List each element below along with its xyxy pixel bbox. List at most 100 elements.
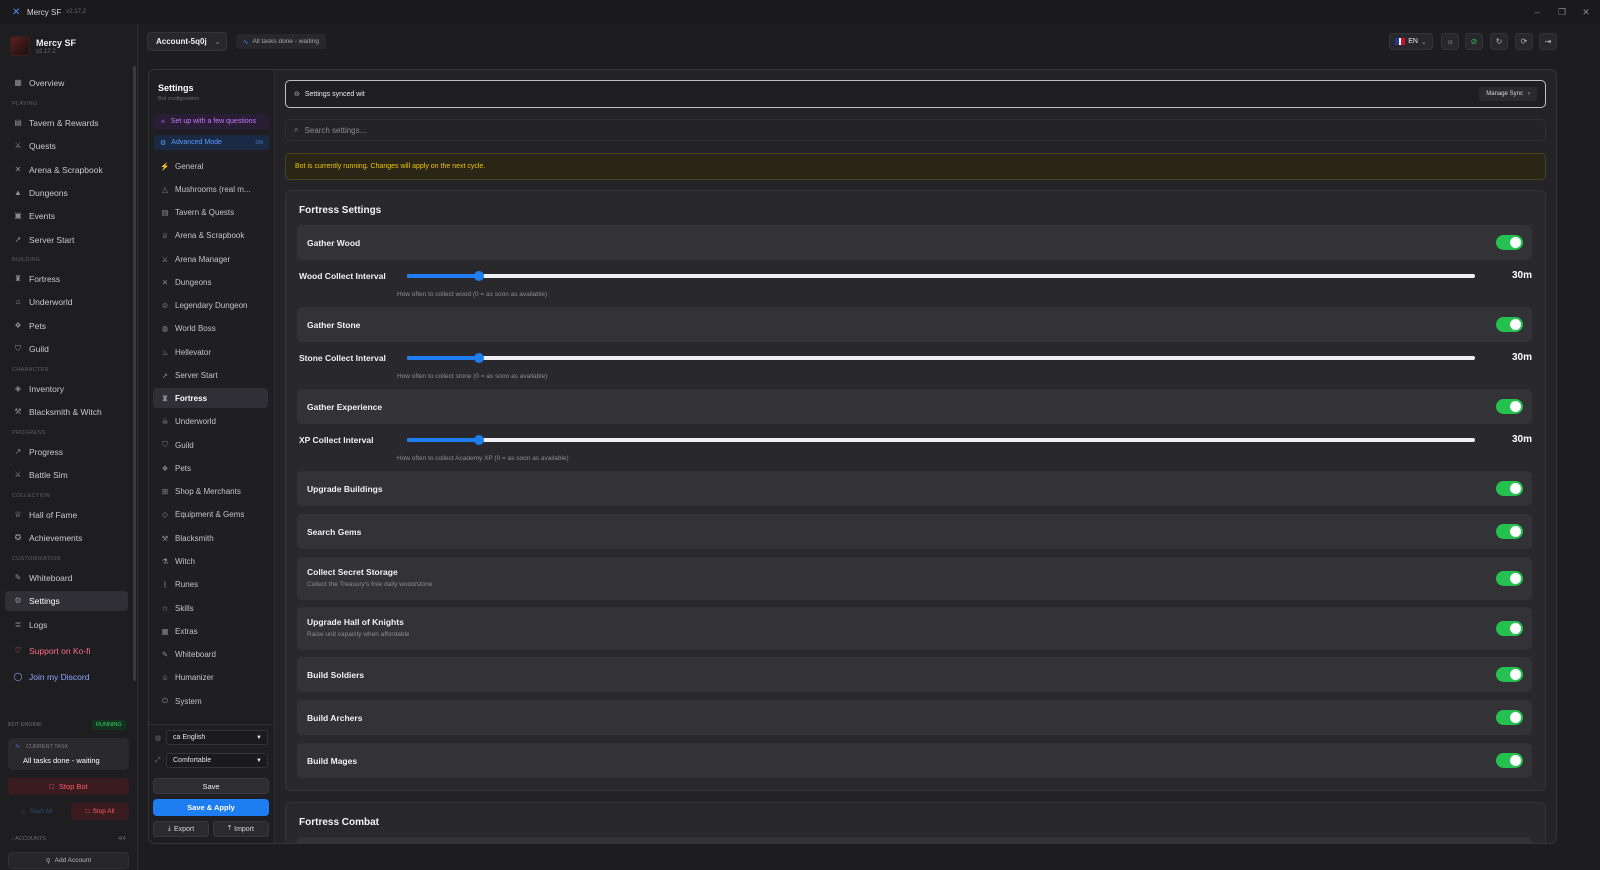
sidebar-item-events[interactable]: ▣ Events bbox=[5, 206, 128, 226]
language-select[interactable]: EN ⌄ bbox=[1389, 33, 1433, 50]
settings-nav-legendary[interactable]: ♔ Legendary Dungeon bbox=[153, 295, 268, 315]
window-title: Mercy SF bbox=[27, 7, 62, 17]
slider-thumb[interactable] bbox=[473, 435, 484, 445]
sidebar-item-pets[interactable]: ❖ Pets bbox=[5, 316, 128, 336]
search-input[interactable]: ⌕ Search settings... bbox=[285, 119, 1546, 141]
build-archers-toggle[interactable] bbox=[1496, 710, 1523, 725]
settings-nav-pets[interactable]: ❖ Pets bbox=[153, 458, 268, 478]
sidebar-item-inventory[interactable]: ◈ Inventory bbox=[5, 379, 128, 399]
save-button[interactable]: Save bbox=[153, 778, 269, 794]
setting-label: Gather Wood bbox=[307, 238, 361, 248]
refresh-button[interactable]: ↻ bbox=[1490, 33, 1508, 50]
hall-of-knights-toggle[interactable] bbox=[1496, 621, 1523, 636]
advanced-mode-state: ON bbox=[255, 139, 264, 146]
sidebar-item-settings[interactable]: ⚙ Settings bbox=[5, 591, 128, 611]
export-button[interactable]: ⤓ Export bbox=[153, 821, 209, 837]
gather-wood-toggle[interactable] bbox=[1496, 235, 1523, 250]
sidebar-item-whiteboard[interactable]: ✎ Whiteboard bbox=[5, 568, 128, 588]
stop-bot-button[interactable]: □ Stop Bot bbox=[8, 778, 129, 795]
wood-interval-slider[interactable] bbox=[407, 271, 1475, 281]
sidebar-item-battle-sim[interactable]: ⚔ Battle Sim bbox=[5, 465, 128, 485]
stop-all-button[interactable]: □ Stop All bbox=[71, 803, 129, 820]
settings-nav-shop[interactable]: ⊞ Shop & Merchants bbox=[153, 481, 268, 501]
sidebar-item-quests[interactable]: ⚔ Quests bbox=[5, 136, 128, 156]
sidebar-item-achievements[interactable]: ✪ Achievements bbox=[5, 528, 128, 548]
calendar-icon: ▣ bbox=[14, 211, 22, 220]
sidebar-item-progress[interactable]: ↗ Progress bbox=[5, 442, 128, 462]
settings-nav-world-boss[interactable]: ◍ World Boss bbox=[153, 318, 268, 338]
build-mages-toggle[interactable] bbox=[1496, 753, 1523, 768]
account-select[interactable]: Account-5q0j ⌄ bbox=[147, 32, 227, 51]
gather-xp-toggle[interactable] bbox=[1496, 399, 1523, 414]
settings-nav-guild[interactable]: ⛉ Guild bbox=[153, 435, 268, 455]
sidebar-item-tavern[interactable]: ▤ Tavern & Rewards bbox=[5, 113, 128, 133]
maximize-button[interactable]: ❐ bbox=[1550, 0, 1574, 24]
kofi-link[interactable]: ♡ Support on Ko-fi bbox=[5, 641, 128, 661]
sidebar-item-overview[interactable]: ▦ Overview bbox=[5, 73, 128, 93]
add-account-button[interactable]: ⚲ Add Account bbox=[8, 852, 129, 869]
slider-thumb[interactable] bbox=[473, 271, 484, 281]
settings-nav-general[interactable]: ⚡ General bbox=[153, 156, 268, 176]
close-button[interactable]: ✕ bbox=[1574, 0, 1598, 24]
settings-nav-hellevator[interactable]: ♨ Hellevator bbox=[153, 342, 268, 362]
settings-nav-mushrooms[interactable]: △ Mushrooms (real m... bbox=[153, 179, 268, 199]
accounts-toggle[interactable]: ‹ ACCOUNTS bbox=[12, 836, 46, 842]
sidebar-item-guild[interactable]: ⛉ Guild bbox=[5, 339, 128, 359]
settings-nav-witch[interactable]: ⚗ Witch bbox=[153, 551, 268, 571]
app-logo-icon: ✕ bbox=[12, 6, 21, 18]
advanced-mode-toggle[interactable]: ⚙ Advanced Mode ON bbox=[154, 135, 269, 150]
slider-thumb[interactable] bbox=[473, 353, 484, 363]
sidebar-item-label: Dungeons bbox=[29, 188, 68, 198]
settings-nav-skills[interactable]: ☆ Skills bbox=[153, 598, 268, 618]
sidebar-item-dungeons[interactable]: ▲ Dungeons bbox=[5, 183, 128, 203]
discord-link[interactable]: ◯ Join my Discord bbox=[5, 667, 128, 687]
sidebar-item-arena[interactable]: ✕ Arena & Scrapbook bbox=[5, 160, 128, 180]
sidebar-item-fortress[interactable]: ♜ Fortress bbox=[5, 269, 128, 289]
stone-interval-slider[interactable] bbox=[407, 353, 1475, 363]
minimize-button[interactable]: – bbox=[1525, 0, 1549, 24]
search-gems-toggle[interactable] bbox=[1496, 524, 1523, 539]
xp-interval-label: XP Collect Interval bbox=[299, 435, 374, 445]
pen-icon: ✎ bbox=[161, 649, 169, 659]
settings-nav-humanizer[interactable]: ☺ Humanizer bbox=[153, 667, 268, 687]
section-building: BUILDING bbox=[12, 257, 41, 263]
add-account-label: Add Account bbox=[54, 857, 92, 864]
sidebar-item-blacksmith[interactable]: ⚒ Blacksmith & Witch bbox=[5, 402, 128, 422]
settings-nav-system[interactable]: ⏻ System bbox=[153, 691, 268, 711]
sidebar-scrollbar[interactable] bbox=[133, 66, 136, 681]
upgrade-buildings-toggle[interactable] bbox=[1496, 481, 1523, 496]
sidebar-item-logs[interactable]: ≣ Logs bbox=[5, 615, 128, 635]
save-apply-button[interactable]: Save & Apply bbox=[153, 799, 269, 816]
sidebar-item-hall-of-fame[interactable]: ♕ Hall of Fame bbox=[5, 505, 128, 525]
settings-nav-server-start[interactable]: ➚ Server Start bbox=[153, 365, 268, 385]
start-all-button[interactable]: ▷ Start All bbox=[8, 803, 66, 820]
settings-nav-dungeons[interactable]: ✕ Dungeons bbox=[153, 272, 268, 292]
settings-nav-whiteboard[interactable]: ✎ Whiteboard bbox=[153, 644, 268, 664]
settings-nav-tavern[interactable]: ▤ Tavern & Quests bbox=[153, 202, 268, 222]
gather-stone-toggle[interactable] bbox=[1496, 317, 1523, 332]
visibility-toggle-button[interactable]: ⊘ bbox=[1465, 33, 1483, 50]
xp-interval-slider[interactable] bbox=[407, 435, 1475, 445]
settings-nav-arena[interactable]: ♕ Arena & Scrapbook bbox=[153, 225, 268, 245]
logout-button[interactable]: ⇥ bbox=[1539, 33, 1557, 50]
settings-nav-arena-manager[interactable]: ⚔ Arena Manager bbox=[153, 249, 268, 269]
settings-nav-equipment[interactable]: ◇ Equipment & Gems bbox=[153, 504, 268, 524]
file-text-icon: ≣ bbox=[14, 620, 22, 629]
settings-nav-underworld[interactable]: ☠ Underworld bbox=[153, 411, 268, 431]
secret-storage-toggle[interactable] bbox=[1496, 571, 1523, 586]
build-soldiers-toggle[interactable] bbox=[1496, 667, 1523, 682]
settings-nav-runes[interactable]: ᚱ Runes bbox=[153, 574, 268, 594]
density-select[interactable]: Comfortable ▼ bbox=[166, 753, 268, 768]
settings-nav-blacksmith[interactable]: ⚒ Blacksmith bbox=[153, 528, 268, 548]
sidebar-item-server-start[interactable]: ➚ Server Start bbox=[5, 230, 128, 250]
settings-nav-extras[interactable]: ▦ Extras bbox=[153, 621, 268, 641]
ui-language-select[interactable]: ca English ▼ bbox=[166, 730, 268, 745]
theme-toggle-button[interactable]: ☼ bbox=[1441, 33, 1459, 50]
settings-nav-fortress[interactable]: ♜ Fortress bbox=[153, 388, 268, 408]
manage-sync-button[interactable]: Manage Sync › bbox=[1479, 87, 1537, 101]
sync-button[interactable]: ⟳ bbox=[1515, 33, 1533, 50]
import-button[interactable]: ⤒ Import bbox=[213, 821, 269, 837]
setup-wizard-button[interactable]: ✧ Set up with a few questions bbox=[154, 114, 269, 129]
settings-nav-label: Pets bbox=[175, 463, 192, 473]
sidebar-item-underworld[interactable]: ⌂ Underworld bbox=[5, 292, 128, 312]
